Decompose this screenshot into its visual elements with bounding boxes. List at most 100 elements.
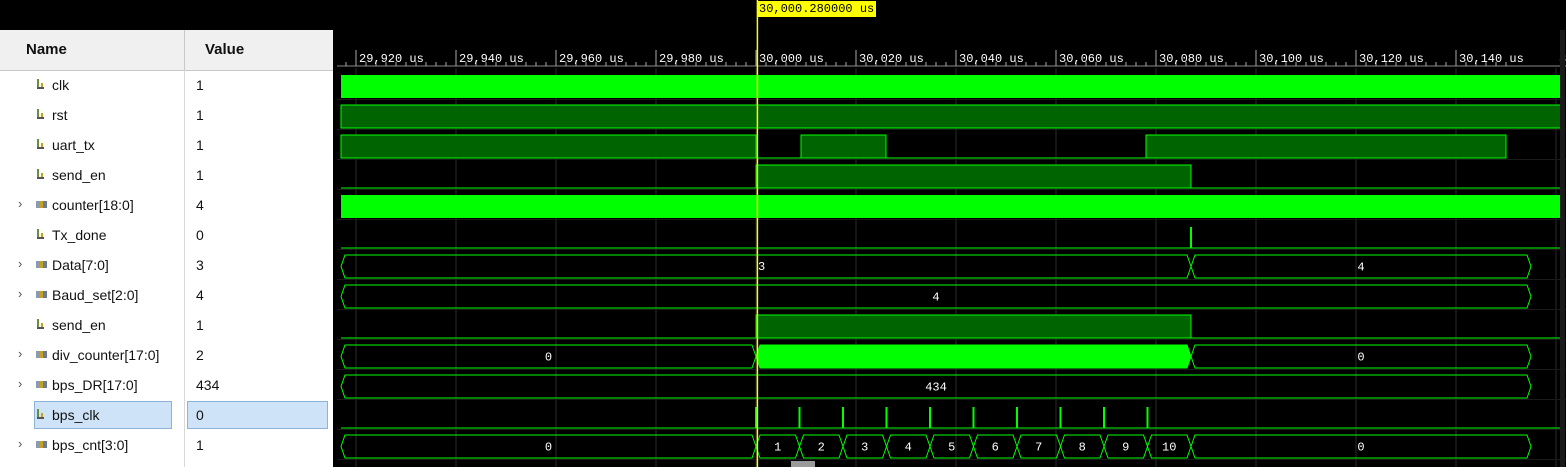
bus-value-label: 5 xyxy=(948,441,955,455)
bus-value-label: 4 xyxy=(905,441,912,455)
send-en-wave xyxy=(755,314,1192,339)
signal-name: Data[7:0] xyxy=(52,257,109,273)
signal-name: send_en xyxy=(52,317,106,333)
signal-name: div_counter[17:0] xyxy=(52,347,160,363)
time-tick-label: 29,960 us xyxy=(559,52,624,66)
value-column-header[interactable]: Value xyxy=(205,41,244,58)
signal-row[interactable]: send_en 1 xyxy=(0,160,333,190)
bus-value-label: 4 xyxy=(932,291,939,305)
time-tick-label: 30,080 us xyxy=(1159,52,1224,66)
signal-name: Baud_set[2:0] xyxy=(52,287,139,303)
wire-signal-icon xyxy=(37,169,44,179)
bus-segment xyxy=(340,254,1192,279)
bus-value-label: 0 xyxy=(1357,351,1364,365)
selection-highlight xyxy=(187,401,328,429)
signal-row[interactable]: › counter[18:0] 4 xyxy=(0,190,333,220)
signal-value: 4 xyxy=(196,197,204,213)
bus-value-label: 0 xyxy=(545,351,552,365)
signal-value: 4 xyxy=(196,287,204,303)
bus-value-label: 1 xyxy=(774,441,781,455)
expand-chevron-icon[interactable]: › xyxy=(18,436,22,451)
signal-row[interactable]: uart_tx 1 xyxy=(0,130,333,160)
time-tick-label: 29,940 us xyxy=(459,52,524,66)
wire-signal-icon xyxy=(37,229,44,239)
signal-value: 1 xyxy=(196,77,204,93)
bus-value-label: 2 xyxy=(818,441,825,455)
bus-signal-icon xyxy=(36,441,47,448)
expand-chevron-icon[interactable]: › xyxy=(18,346,22,361)
signal-list: clk 1 rst 1 uart_tx 1 send_en 1 › counter[18:0] 4 T… xyxy=(0,70,333,467)
uart-tx-wave xyxy=(800,134,887,159)
send-en-wave xyxy=(755,164,1192,189)
time-tick-label: 30,120 us xyxy=(1359,52,1424,66)
signal-row[interactable]: › bps_cnt[3:0] 1 xyxy=(0,430,333,460)
signal-row[interactable]: › bps_DR[17:0] 434 xyxy=(0,370,333,400)
signal-name: bps_cnt[3:0] xyxy=(52,437,129,453)
expand-chevron-icon[interactable]: › xyxy=(18,256,22,271)
signal-row[interactable]: Tx_done 0 xyxy=(0,220,333,250)
bus-value-label: 0 xyxy=(545,441,552,455)
bus-signal-icon xyxy=(36,351,47,358)
bus-signal-icon xyxy=(36,201,47,208)
signal-name: send_en xyxy=(52,167,106,183)
signal-value: 3 xyxy=(196,257,204,273)
panel-toolbar-area xyxy=(0,0,333,30)
time-tick-label: 30,140 us xyxy=(1459,52,1524,66)
expand-chevron-icon[interactable]: › xyxy=(18,286,22,301)
cursor-time-label: 30,000.280000 us xyxy=(757,1,877,17)
bus-value-label: 4 xyxy=(1357,261,1364,275)
signal-value: 1 xyxy=(196,167,204,183)
signal-value: 1 xyxy=(196,437,204,453)
bus-signal-icon xyxy=(36,261,47,268)
bus-segment xyxy=(755,344,1192,369)
time-tick-label: 29,980 us xyxy=(659,52,724,66)
column-header: Name Value xyxy=(0,30,333,71)
horizontal-scroll-thumb[interactable] xyxy=(791,461,815,467)
signal-row[interactable]: clk 1 xyxy=(0,70,333,100)
wire-signal-icon xyxy=(37,319,44,329)
waveform-viewer[interactable]: 29,920 us 29,940 us 29,960 us 29,980 us 30,0… xyxy=(337,0,1566,467)
signal-value: 434 xyxy=(196,377,220,393)
signal-row[interactable]: › Baud_set[2:0] 4 xyxy=(0,280,333,310)
signal-row[interactable]: › Data[7:0] 3 xyxy=(0,250,333,280)
vertical-scrollbar[interactable] xyxy=(1560,30,1565,467)
signal-name-panel: Name Value clk 1 rst 1 uart_tx 1 send_en 1 › coun… xyxy=(0,0,333,467)
time-tick-label: 30,100 us xyxy=(1259,52,1324,66)
time-tick-label: 30,020 us xyxy=(859,52,924,66)
signal-row[interactable]: send_en 1 xyxy=(0,310,333,340)
wire-signal-icon xyxy=(37,409,44,419)
signal-name: bps_DR[17:0] xyxy=(52,377,138,393)
bus-value-label: 8 xyxy=(1079,441,1086,455)
signal-row[interactable]: bps_clk 0 xyxy=(0,400,333,430)
bus-value-label: 6 xyxy=(992,441,999,455)
bus-signal-icon xyxy=(36,381,47,388)
bus-value-label: 10 xyxy=(1162,441,1176,455)
signal-name: bps_clk xyxy=(52,407,100,423)
signal-name: clk xyxy=(52,77,70,93)
bus-signal-icon xyxy=(36,291,47,298)
signal-value: 0 xyxy=(196,227,204,243)
signal-row[interactable]: rst 1 xyxy=(0,100,333,130)
expand-chevron-icon[interactable]: › xyxy=(18,196,22,211)
uart-tx-wave xyxy=(1145,134,1507,159)
signal-value: 1 xyxy=(196,107,204,123)
wire-signal-icon xyxy=(37,139,44,149)
time-tick-label: 30,060 us xyxy=(1059,52,1124,66)
signal-name: rst xyxy=(52,107,68,123)
expand-chevron-icon[interactable]: › xyxy=(18,376,22,391)
clk-wave xyxy=(341,75,1562,98)
rst-wave xyxy=(340,104,1563,129)
counter-wave xyxy=(341,195,1562,218)
time-tick-label: 29,920 us xyxy=(359,52,424,66)
signal-value: 0 xyxy=(196,407,204,423)
signal-row[interactable]: › div_counter[17:0] 2 xyxy=(0,340,333,370)
signal-value: 1 xyxy=(196,317,204,333)
name-column-header[interactable]: Name xyxy=(26,41,67,58)
header-divider[interactable] xyxy=(184,30,185,70)
time-tick-label: 30,000 us xyxy=(759,52,824,66)
bus-value-label: 3 xyxy=(758,260,765,274)
signal-name: uart_tx xyxy=(52,137,95,153)
uart-tx-wave xyxy=(340,134,757,159)
bus-value-label: 0 xyxy=(1357,441,1364,455)
signal-value: 1 xyxy=(196,137,204,153)
